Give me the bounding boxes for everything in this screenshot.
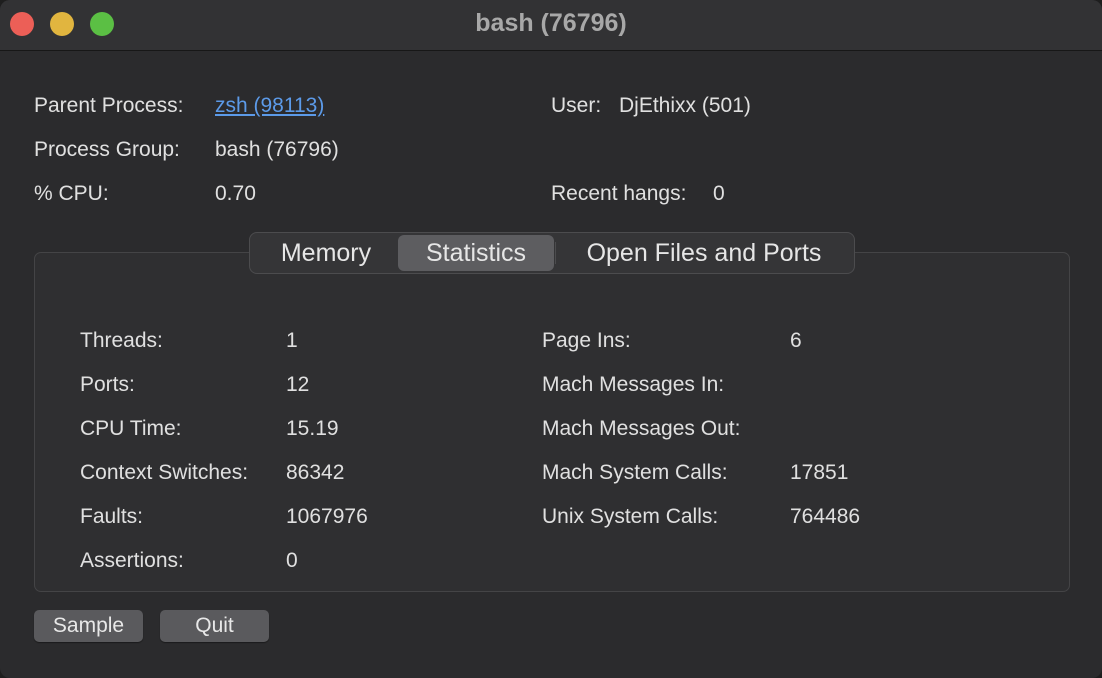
tab-statistics[interactable]: Statistics — [398, 235, 554, 271]
stat-label-cpu-time: CPU Time: — [80, 417, 182, 440]
sample-button[interactable]: Sample — [34, 610, 143, 642]
parent-process-label: Parent Process: — [34, 94, 184, 117]
stat-value-unix-system-calls: 764486 — [790, 505, 861, 528]
stat-label-mach-system-calls: Mach System Calls: — [542, 461, 728, 484]
stat-label-faults: Faults: — [80, 505, 144, 528]
stat-value-faults: 1067976 — [286, 505, 368, 528]
stat-label-mach-messages-out: Mach Messages Out: — [542, 417, 741, 440]
tab-open-files-and-ports[interactable]: Open Files and Ports — [556, 233, 852, 273]
process-info-window: bash (76796) Parent Process: zsh (98113)… — [0, 0, 1102, 678]
stat-value-mach-system-calls: 17851 — [790, 461, 849, 484]
tab-memory[interactable]: Memory — [254, 233, 398, 273]
user-label: User: — [551, 94, 602, 117]
stat-label-assertions: Assertions: — [80, 549, 184, 572]
user-value: DjEthixx (501) — [619, 94, 751, 117]
window-title: bash (76796) — [475, 9, 627, 37]
statistics-panel: Threads: 1 Ports: 12 CPU Time: 15.19 Con… — [34, 252, 1070, 592]
cpu-percent-value: 0.70 — [215, 182, 256, 205]
stat-label-context-switches: Context Switches: — [80, 461, 249, 484]
stat-value-context-switches: 86342 — [286, 461, 345, 484]
stat-value-ports: 12 — [286, 373, 310, 396]
stat-value-assertions: 0 — [286, 549, 298, 572]
stat-label-ports: Ports: — [80, 373, 135, 396]
tab-bar: Memory Statistics Open Files and Ports — [249, 232, 855, 274]
stat-label-unix-system-calls: Unix System Calls: — [542, 505, 719, 528]
stat-label-mach-messages-in: Mach Messages In: — [542, 373, 725, 396]
quit-button[interactable]: Quit — [160, 610, 269, 642]
title-bar[interactable]: bash (76796) — [0, 0, 1102, 51]
stat-value-cpu-time: 15.19 — [286, 417, 339, 440]
process-group-label: Process Group: — [34, 138, 180, 161]
recent-hangs-value: 0 — [713, 182, 725, 205]
recent-hangs-label: Recent hangs: — [551, 182, 687, 205]
parent-process-link[interactable]: zsh (98113) — [215, 94, 324, 118]
process-group-value: bash (76796) — [215, 138, 339, 161]
stat-label-threads: Threads: — [80, 329, 163, 352]
stat-value-page-ins: 6 — [790, 329, 802, 352]
stat-value-threads: 1 — [286, 329, 298, 352]
cpu-percent-label: % CPU: — [34, 182, 109, 205]
stat-label-page-ins: Page Ins: — [542, 329, 631, 352]
